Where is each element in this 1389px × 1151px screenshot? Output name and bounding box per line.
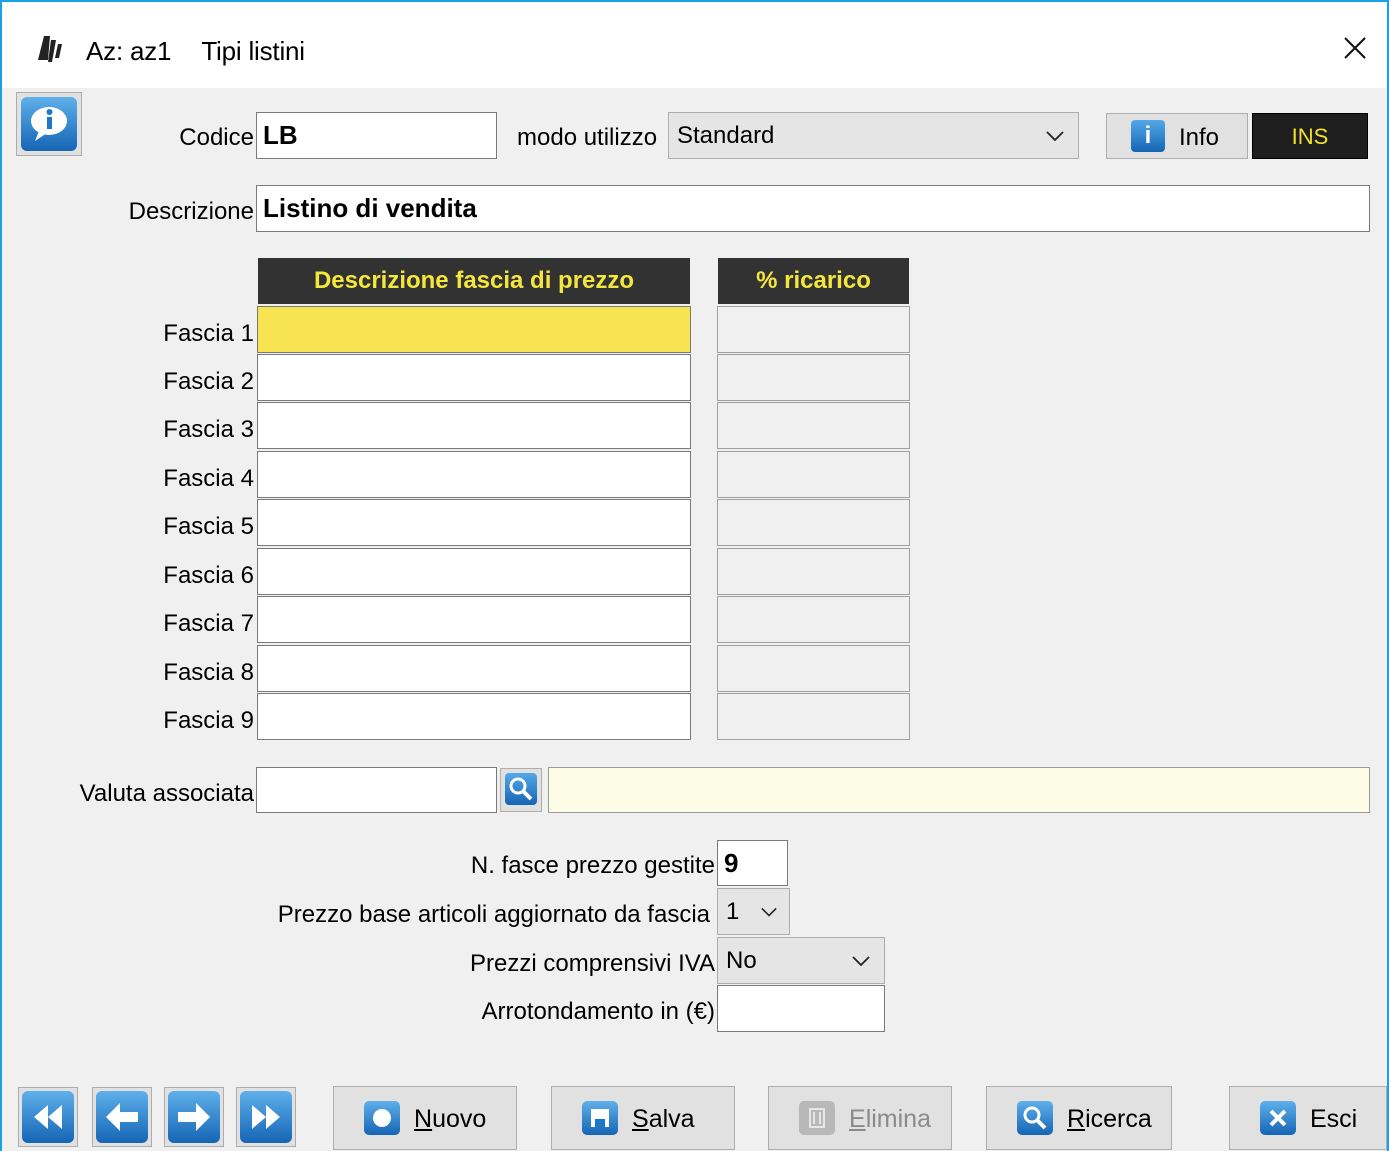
fascia-label: Fascia 3	[163, 416, 254, 443]
ricarico-cell[interactable]	[717, 596, 910, 643]
ricarico-cell[interactable]	[717, 645, 910, 692]
esci-button[interactable]: Esci	[1229, 1086, 1387, 1150]
title-bar: Az: az1 Tipi listini	[2, 2, 1387, 88]
descrizione-field[interactable]: Listino di vendita	[256, 185, 1370, 232]
column-header-descrizione-fascia: Descrizione fascia di prezzo	[258, 258, 690, 304]
mode-badge: INS	[1252, 113, 1368, 159]
fascia-descr-cell[interactable]	[257, 693, 691, 740]
ricerca-button[interactable]: Ricerca	[986, 1086, 1172, 1150]
search-icon	[1017, 1101, 1053, 1135]
fascia-label: Fascia 8	[163, 659, 254, 686]
valuta-label: Valuta associata	[79, 780, 254, 807]
modo-utilizzo-select[interactable]: Standard	[668, 112, 1079, 159]
modo-utilizzo-label: modo utilizzo	[517, 124, 658, 151]
fascia-label: Fascia 1	[163, 320, 254, 347]
chevron-down-icon	[852, 955, 870, 966]
info-button[interactable]: i Info	[1106, 113, 1248, 159]
help-button[interactable]	[16, 92, 82, 156]
salva-label: Salva	[632, 1105, 695, 1133]
ricarico-cell[interactable]	[717, 306, 910, 353]
ricarico-cell[interactable]	[717, 354, 910, 401]
window-title: Az: az1 Tipi listini	[86, 36, 305, 67]
first-record-button[interactable]	[18, 1087, 78, 1147]
window-border-left	[0, 0, 2, 1151]
app-logo-icon	[38, 36, 62, 62]
help-bubble-icon	[21, 97, 77, 151]
ricarico-cell[interactable]	[717, 548, 910, 595]
n-fasce-field[interactable]: 9	[717, 840, 788, 886]
ricarico-cell[interactable]	[717, 499, 910, 546]
arrotondamento-label: Arrotondamento in (€)	[481, 998, 715, 1025]
iva-value: No	[726, 947, 757, 974]
ricarico-cell[interactable]	[717, 693, 910, 740]
iva-select[interactable]: No	[717, 937, 885, 984]
fascia-descr-cell[interactable]	[257, 402, 691, 449]
search-icon	[505, 773, 537, 805]
fast-forward-icon	[240, 1091, 292, 1143]
close-icon[interactable]	[1337, 30, 1373, 66]
fascia-descr-cell[interactable]	[257, 354, 691, 401]
fascia-label: Fascia 6	[163, 562, 254, 589]
fascia-descr-cell[interactable]	[257, 596, 691, 643]
codice-field[interactable]: LB	[256, 112, 497, 159]
info-button-label: Info	[1179, 124, 1220, 151]
company-label: Az: az1	[86, 36, 172, 66]
iva-label: Prezzi comprensivi IVA	[470, 950, 715, 977]
fascia-label: Fascia 2	[163, 368, 254, 395]
valuta-code-field[interactable]	[256, 767, 497, 813]
fascia-descr-cell[interactable]	[257, 451, 691, 498]
modo-utilizzo-value: Standard	[677, 122, 775, 149]
delete-icon	[799, 1101, 835, 1135]
elimina-button[interactable]: Elimina	[768, 1086, 952, 1150]
ricarico-cell[interactable]	[717, 451, 910, 498]
next-record-button[interactable]	[164, 1087, 224, 1147]
fascia-label: Fascia 4	[163, 465, 254, 492]
save-icon	[582, 1101, 618, 1135]
esci-label: Esci	[1310, 1105, 1358, 1133]
info-icon: i	[1131, 120, 1165, 152]
rewind-icon	[22, 1091, 74, 1143]
column-header-ricarico: % ricarico	[718, 258, 909, 304]
nuovo-label: Nuovo	[414, 1105, 487, 1133]
chevron-down-icon	[1046, 130, 1064, 141]
form-title: Tipi listini	[201, 36, 305, 66]
fascia-descr-cell[interactable]	[257, 499, 691, 546]
prezzo-base-label: Prezzo base articoli aggiornato da fasci…	[277, 901, 710, 928]
codice-label: Codice	[179, 124, 254, 151]
previous-record-button[interactable]	[92, 1087, 152, 1147]
nuovo-button[interactable]: Nuovo	[333, 1086, 517, 1150]
n-fasce-label: N. fasce prezzo gestite	[470, 852, 715, 879]
fascia-label: Fascia 5	[163, 513, 254, 540]
ricarico-cell[interactable]	[717, 402, 910, 449]
ricerca-label: Ricerca	[1067, 1105, 1152, 1133]
last-record-button[interactable]	[236, 1087, 296, 1147]
elimina-label: Elimina	[849, 1105, 931, 1133]
arrotondamento-field[interactable]	[717, 985, 885, 1032]
fascia-label: Fascia 7	[163, 610, 254, 637]
chevron-down-icon	[761, 907, 777, 917]
fascia-descr-cell[interactable]	[257, 548, 691, 595]
valuta-search-button[interactable]	[500, 768, 542, 812]
valuta-description-field	[548, 767, 1370, 813]
exit-icon	[1260, 1101, 1296, 1135]
arrow-left-icon	[96, 1091, 148, 1143]
fascia-label: Fascia 9	[163, 707, 254, 734]
fascia-descr-cell[interactable]	[257, 645, 691, 692]
fascia-descr-cell[interactable]	[257, 306, 691, 353]
salva-button[interactable]: Salva	[551, 1086, 735, 1150]
new-record-icon	[364, 1101, 400, 1135]
prezzo-base-select[interactable]: 1	[717, 888, 790, 935]
prezzo-base-value: 1	[726, 898, 740, 925]
arrow-right-icon	[168, 1091, 220, 1143]
descrizione-label: Descrizione	[128, 198, 254, 225]
